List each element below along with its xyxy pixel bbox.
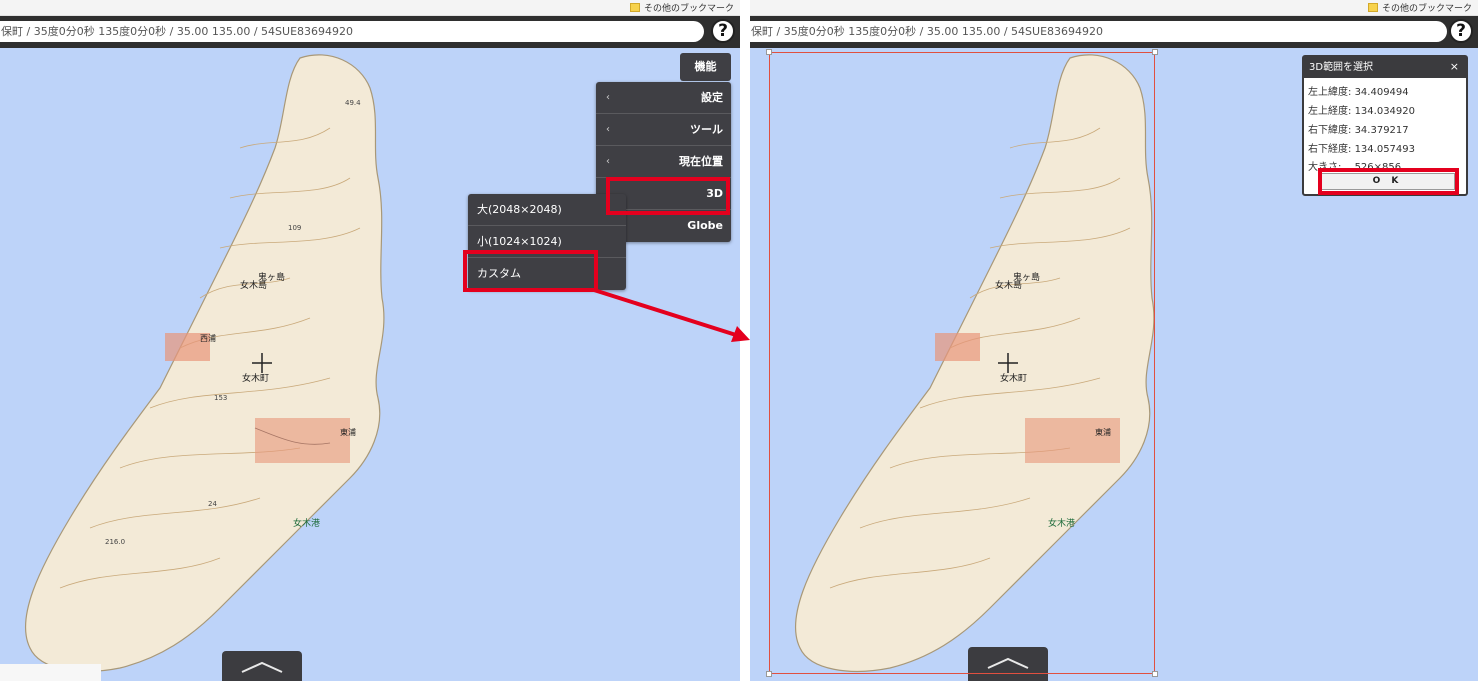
label-town: 女木町 <box>242 372 269 384</box>
label-elev-mid: 109 <box>288 224 301 232</box>
bookmark-bar: その他のブックマーク <box>0 0 740 16</box>
menu-item-current-location[interactable]: ‹ 現在位置 <box>596 146 731 178</box>
row-value: 34.409494 <box>1354 87 1409 98</box>
island-shape <box>24 54 385 672</box>
menu-item-label: 設定 <box>701 91 723 104</box>
dialog-row-bottom-right-lat: 右下緯度: 34.379217 <box>1308 121 1409 136</box>
dialog-row-top-left-lon: 左上経度: 134.034920 <box>1308 102 1415 117</box>
row-label: 右下緯度: <box>1308 125 1352 136</box>
row-label: 左上緯度: <box>1308 87 1352 98</box>
highlight-ok <box>1318 168 1459 195</box>
menu-item-tools[interactable]: ‹ ツール <box>596 114 731 146</box>
other-bookmarks[interactable]: その他のブックマーク <box>629 1 734 14</box>
submenu-item-label: 大(2048×2048) <box>477 203 562 216</box>
row-label: 左上経度: <box>1308 106 1352 117</box>
other-bookmarks[interactable]: その他のブックマーク <box>1367 1 1472 14</box>
highlight-custom <box>463 250 598 292</box>
dialog-row-top-left-lat: 左上緯度: 34.409494 <box>1308 83 1409 98</box>
label-elev-low: 216.0 <box>105 538 125 546</box>
label-elev-24: 24 <box>208 500 217 508</box>
dialog-row-bottom-right-lon: 右下経度: 134.057493 <box>1308 140 1415 155</box>
highlight-3d <box>606 177 730 215</box>
bookmark-bar: その他のブックマーク <box>750 0 1478 16</box>
menu-item-settings[interactable]: ‹ 設定 <box>596 82 731 114</box>
row-value: 34.379217 <box>1354 125 1409 136</box>
label-east: 東浦 <box>340 427 356 437</box>
label-west: 西浦 <box>200 333 216 343</box>
other-bookmarks-label: その他のブックマーク <box>1381 4 1472 14</box>
row-value: 134.034920 <box>1354 106 1416 117</box>
folder-icon <box>629 3 640 12</box>
close-icon[interactable]: × <box>1450 57 1459 76</box>
other-bookmarks-label: その他のブックマーク <box>643 4 734 14</box>
status-strip <box>0 664 101 681</box>
resize-handle[interactable] <box>1152 49 1158 55</box>
resize-handle[interactable] <box>766 49 772 55</box>
menu-item-label: ツール <box>690 123 723 136</box>
label-elev-153: 153 <box>214 394 227 402</box>
dialog-title: 3D範囲を選択 <box>1304 57 1466 78</box>
chevron-left-icon: ‹ <box>606 124 610 135</box>
chevron-up-icon <box>241 661 283 673</box>
folder-icon <box>1367 3 1378 12</box>
chevron-left-icon: ‹ <box>606 156 610 167</box>
coordinate-bar: 保町 / 35度0分0秒 135度0分0秒 / 35.00 135.00 / 5… <box>750 21 1447 42</box>
selection-rectangle[interactable] <box>769 52 1155 674</box>
coordinate-bar: 保町 / 35度0分0秒 135度0分0秒 / 35.00 135.00 / 5… <box>0 21 704 42</box>
chevron-left-icon: ‹ <box>606 92 610 103</box>
row-label: 右下経度: <box>1308 144 1352 155</box>
row-value: 134.057493 <box>1354 144 1416 155</box>
resize-handle[interactable] <box>1152 671 1158 677</box>
label-port: 女木港 <box>293 517 320 529</box>
left-screenshot: その他のブックマーク 保町 / 35度0分0秒 135度0分0秒 / 35.00… <box>0 0 740 681</box>
function-button[interactable]: 機能 <box>680 53 731 81</box>
label-island-2: 鬼ヶ島 <box>258 271 285 283</box>
resize-handle[interactable] <box>766 671 772 677</box>
submenu-item-large[interactable]: 大(2048×2048) <box>468 194 626 226</box>
help-button[interactable]: ? <box>1449 19 1473 43</box>
label-elev-top: 49.4 <box>345 99 361 107</box>
bottom-panel-toggle[interactable] <box>222 651 302 681</box>
help-button[interactable]: ? <box>711 19 735 43</box>
menu-item-label: 現在位置 <box>679 155 723 168</box>
